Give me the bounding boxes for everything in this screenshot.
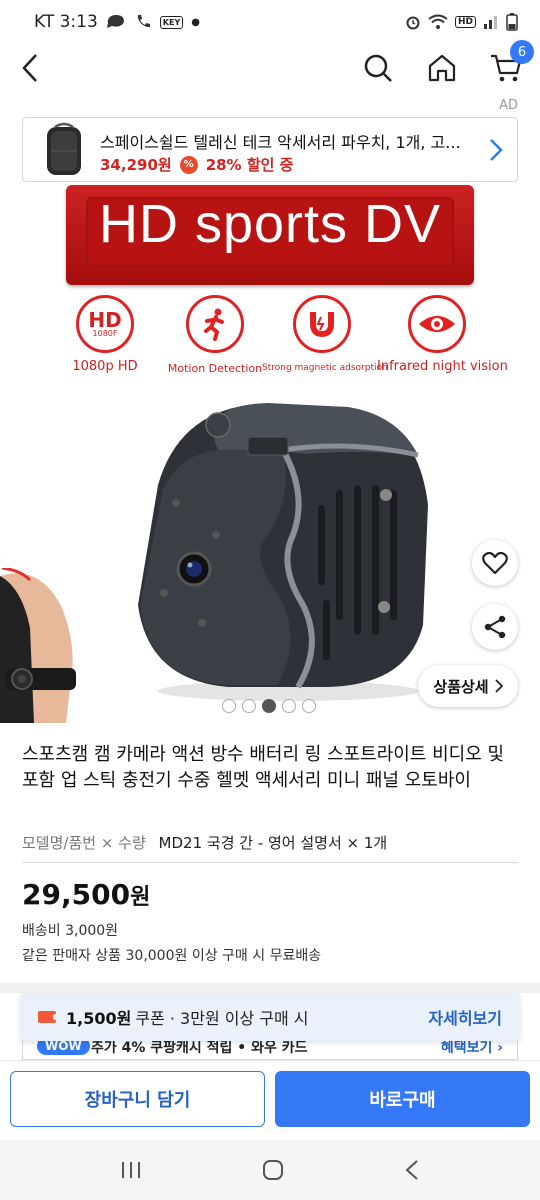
search-icon — [364, 54, 392, 82]
camera-photo — [138, 403, 428, 701]
feature-magnet: Strong magnetic adsorption — [262, 295, 388, 373]
feature-caption: Motion Detection — [167, 362, 263, 375]
wishlist-button[interactable] — [472, 540, 518, 586]
chevron-right-icon — [494, 679, 503, 693]
coupon-more-link[interactable]: 자세히보기 — [428, 1005, 502, 1029]
status-bar: KT 3:13 KEY ● HD — [0, 0, 540, 44]
top-nav: 6 — [0, 40, 540, 92]
ad-thumbnail — [47, 122, 81, 175]
carousel-indicator — [222, 699, 316, 713]
feature-caption: Strong magnetic adsorption — [262, 363, 388, 373]
feature-night-vision: Infrared night vision — [377, 295, 508, 374]
ad-price: 34,290원 — [100, 156, 172, 174]
chevron-right-icon — [490, 139, 503, 161]
feature-motion: Motion Detection — [155, 295, 275, 375]
feature-caption: Infrared night vision — [377, 359, 508, 374]
divider — [22, 862, 518, 863]
price-number: 29,500 — [22, 878, 131, 911]
chat-icon — [106, 15, 124, 28]
option-label: 모델명/품번 × 수량 — [22, 834, 146, 852]
hd-voice-icon: HD — [454, 16, 476, 28]
product-detail-label: 상품상세 — [433, 677, 489, 696]
back-system-icon[interactable] — [404, 1159, 420, 1181]
carousel-dot[interactable] — [302, 699, 316, 713]
home-button[interactable] — [422, 48, 462, 88]
magnet-icon — [293, 295, 351, 353]
dot-icon: ● — [191, 16, 200, 28]
feature-hd: HD 1080F 1080p HD — [45, 295, 165, 374]
free-shipping-note: 같은 판매자 상품 30,000원 이상 구매 시 무료배송 — [22, 948, 322, 964]
product-detail-button[interactable]: 상품상세 — [418, 665, 518, 707]
search-button[interactable] — [358, 48, 398, 88]
wifi-icon — [428, 14, 448, 29]
battery-icon — [506, 13, 518, 31]
carousel-dot[interactable] — [222, 699, 236, 713]
buy-now-button[interactable]: 바로구매 — [275, 1071, 530, 1127]
carrier-time: KT 3:13 — [34, 12, 98, 32]
carousel-dot-active[interactable] — [262, 699, 276, 713]
ad-discount: 28% 할인 중 — [205, 156, 294, 174]
product-title: 스포츠캠 캠 카메라 액션 방수 배터리 링 스포트라이트 비디오 및 포함 업… — [22, 744, 505, 791]
ad-price-row: 34,290원 % 28% 할인 중 — [100, 154, 293, 175]
ad-title: 스페이스쉴드 텔레신 테크 악세서리 파우치, 1개, 고... — [100, 133, 461, 152]
eye-icon — [408, 295, 466, 353]
product-image[interactable]: HD sports DV HD 1080F 1080p HD Motion De… — [0, 183, 540, 723]
image-red-banner: HD sports DV — [66, 185, 474, 285]
heart-icon — [482, 551, 508, 575]
coupon-desc: 쿠폰 · 3만원 이상 구매 시 — [135, 1009, 309, 1028]
ad-label: AD — [499, 98, 518, 113]
chevron-left-icon — [22, 54, 37, 82]
section-separator — [0, 983, 540, 993]
arm-photo — [0, 568, 76, 723]
running-person-icon — [186, 295, 244, 353]
alarm-icon — [406, 16, 420, 30]
product-price: 29,500원 — [22, 878, 150, 911]
hd-1080f-icon: HD 1080F — [76, 295, 134, 353]
cart-count-badge: 6 — [510, 40, 534, 64]
recents-icon[interactable] — [120, 1160, 142, 1180]
carousel-dot[interactable] — [282, 699, 296, 713]
share-button[interactable] — [472, 604, 518, 650]
home-icon — [428, 54, 456, 82]
price-unit: 원 — [130, 885, 151, 910]
home-system-icon[interactable] — [262, 1159, 284, 1181]
system-nav-bar — [0, 1140, 540, 1200]
ad-banner[interactable]: 스페이스쉴드 텔레신 테크 악세서리 파우치, 1개, 고... 34,290원… — [22, 117, 518, 182]
coupon-amount: 1,500원 — [66, 1009, 132, 1028]
add-to-cart-button[interactable]: 장바구니 담기 — [10, 1071, 265, 1127]
option-row[interactable]: 모델명/품번 × 수량 MD21 국경 간 - 영어 설명서 × 1개 — [22, 832, 387, 853]
bottom-action-bar: 장바구니 담기 바로구매 — [0, 1060, 540, 1140]
shipping-fee: 배송비 3,000원 — [22, 923, 119, 939]
signal-icon — [484, 16, 497, 29]
carousel-dot[interactable] — [242, 699, 256, 713]
share-icon — [484, 615, 506, 639]
key-icon: KEY — [159, 15, 184, 29]
coupon-banner[interactable]: 1,500원 쿠폰 · 3만원 이상 구매 시 자세히보기 — [20, 993, 520, 1041]
image-banner-text: HD sports DV — [98, 194, 442, 254]
phone-icon — [137, 15, 150, 28]
discount-icon: % — [179, 155, 198, 174]
coupon-icon — [38, 1011, 58, 1023]
cart-button[interactable]: 6 — [486, 40, 534, 88]
feature-caption: 1080p HD — [72, 359, 138, 374]
back-button[interactable] — [10, 48, 50, 88]
option-value: MD21 국경 간 - 영어 설명서 × 1개 — [158, 834, 388, 852]
